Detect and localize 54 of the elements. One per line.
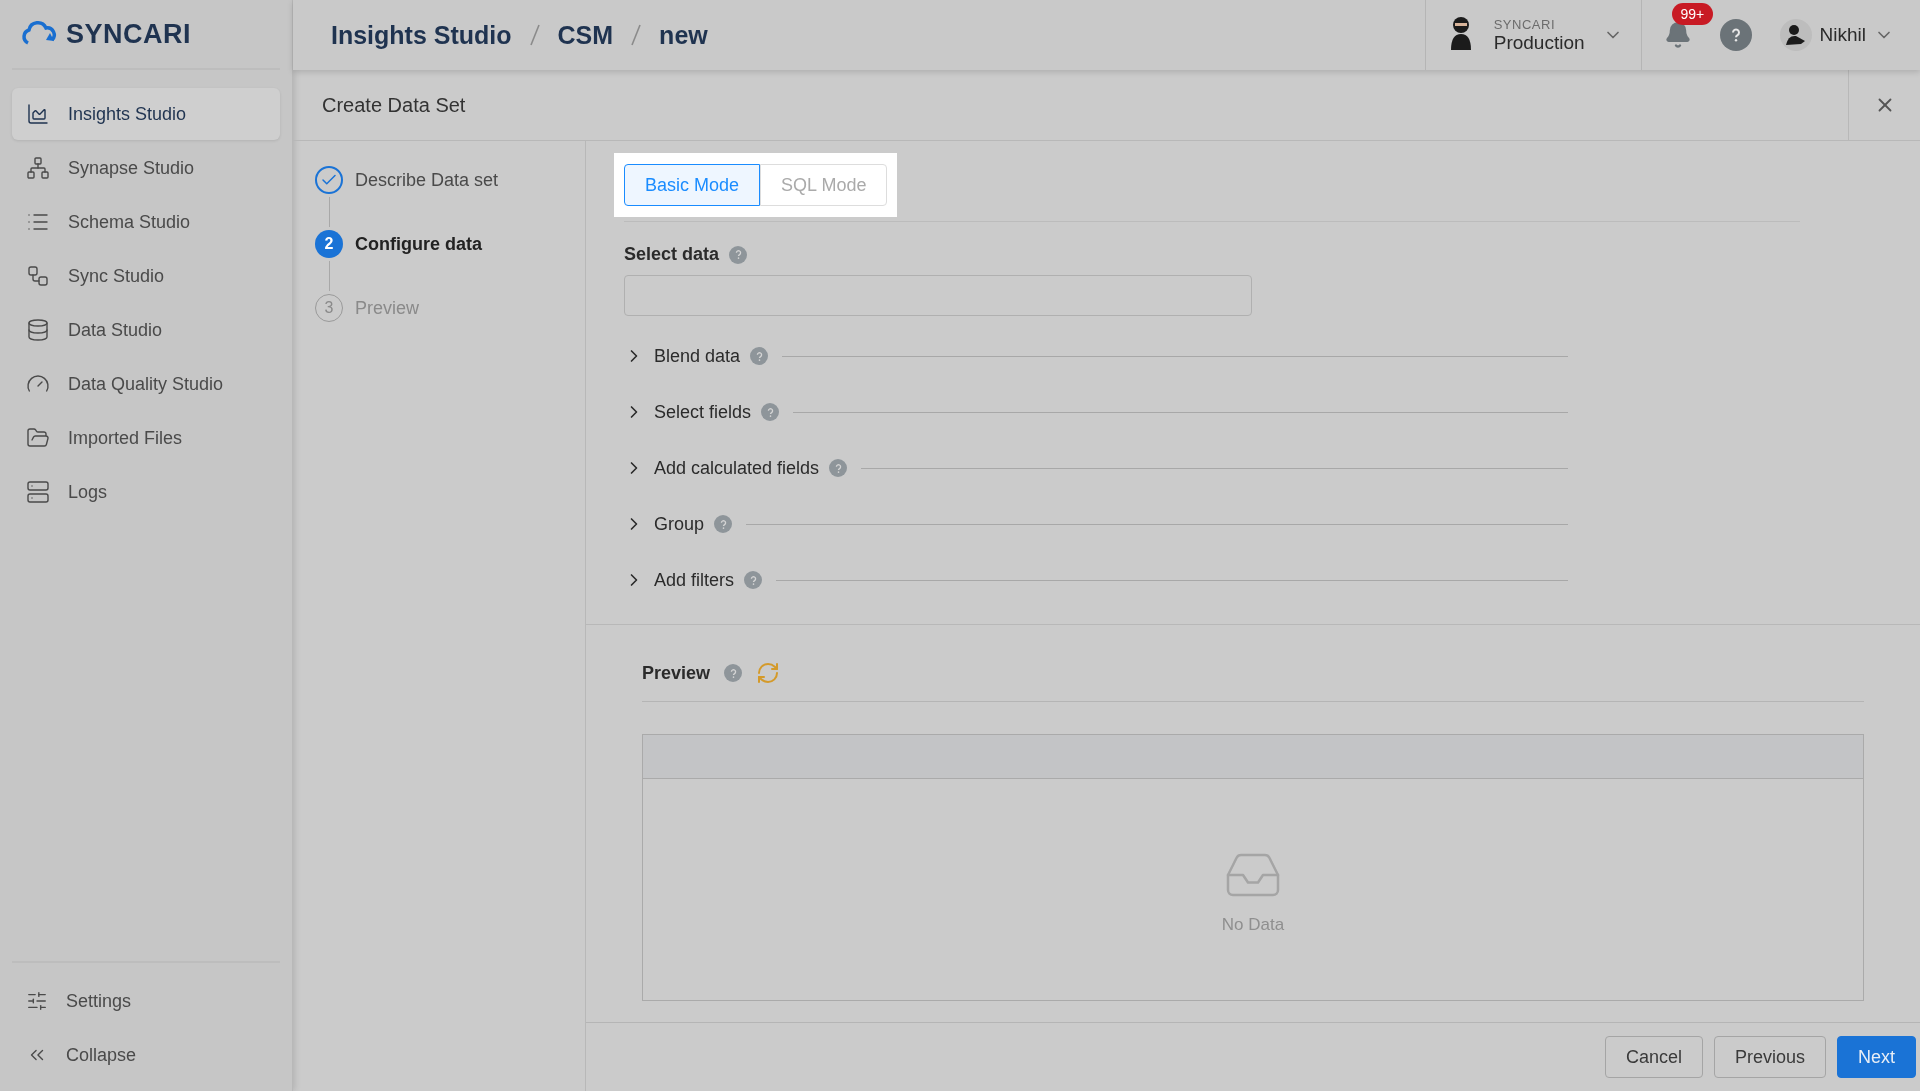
sidebar-item[interactable]: Logs <box>12 466 280 518</box>
notification-badge: 99+ <box>1671 3 1714 25</box>
branch-icon <box>26 264 50 288</box>
environment-selector[interactable]: SYNCARI Production <box>1424 0 1642 70</box>
bell-icon[interactable] <box>1663 21 1692 49</box>
database-icon <box>26 318 50 342</box>
nodes-icon <box>26 156 50 180</box>
help-icon[interactable] <box>724 664 743 682</box>
chart-icon <box>26 102 50 126</box>
breadcrumb-link[interactable]: new <box>659 20 708 50</box>
folder-icon <box>26 426 50 450</box>
logo-text: SYNCARI <box>66 18 191 50</box>
help-icon[interactable] <box>761 403 780 421</box>
field-label: Select data <box>624 244 720 265</box>
sliders-icon <box>26 990 48 1012</box>
sidebar-item[interactable]: Settings <box>12 975 280 1027</box>
sidebar-item[interactable]: Sync Studio <box>12 250 280 302</box>
section-title[interactable]: Add filters <box>654 569 735 591</box>
help-icon[interactable] <box>750 347 769 365</box>
section-title[interactable]: Group <box>654 513 705 535</box>
stack-icon <box>26 480 50 504</box>
help-icon[interactable] <box>714 515 733 533</box>
step-label: Configure data <box>355 233 482 255</box>
sidebar-item[interactable]: Collapse <box>12 1029 280 1081</box>
empty-text: No Data <box>1221 914 1285 935</box>
section-title[interactable]: Blend data <box>654 345 741 367</box>
sidebar-item[interactable]: Synapse Studio <box>12 142 280 194</box>
preview-title: Preview <box>642 662 711 684</box>
sidebar-item[interactable]: Data Studio <box>12 304 280 356</box>
section-title[interactable]: Add calculated fields <box>654 457 820 479</box>
next-button[interactable]: Next <box>1837 1036 1916 1078</box>
dialog-button[interactable]: Cancel <box>1604 1036 1703 1078</box>
sidebar-item[interactable]: Schema Studio <box>12 196 280 248</box>
dialog-title: Create Data Set <box>321 93 467 117</box>
breadcrumb-link[interactable]: Insights Studio <box>331 20 512 50</box>
step-label: Describe Data set <box>355 169 499 191</box>
user-menu[interactable]: Nikhil <box>1779 19 1894 51</box>
sidebar-item[interactable]: Data Quality Studio <box>12 358 280 410</box>
breadcrumb-separator <box>631 24 642 46</box>
dialog-button[interactable]: Previous <box>1713 1036 1826 1078</box>
help-icon[interactable] <box>729 245 748 264</box>
breadcrumb-separator <box>529 24 540 46</box>
help-icon[interactable] <box>829 459 848 477</box>
step-number: 2 <box>315 230 343 258</box>
help-icon[interactable] <box>744 571 763 589</box>
step-label: Preview <box>355 297 420 319</box>
section-title[interactable]: Select fields <box>654 401 752 423</box>
sidebar-item[interactable]: Imported Files <box>12 412 280 464</box>
help-icon[interactable] <box>1719 19 1752 51</box>
sidebar-item[interactable]: Insights Studio <box>12 88 280 140</box>
breadcrumb-link[interactable]: CSM <box>557 20 614 50</box>
refresh-icon[interactable] <box>756 661 781 685</box>
select-data-field[interactable] <box>624 275 1252 316</box>
avatar-icon <box>1779 19 1812 51</box>
